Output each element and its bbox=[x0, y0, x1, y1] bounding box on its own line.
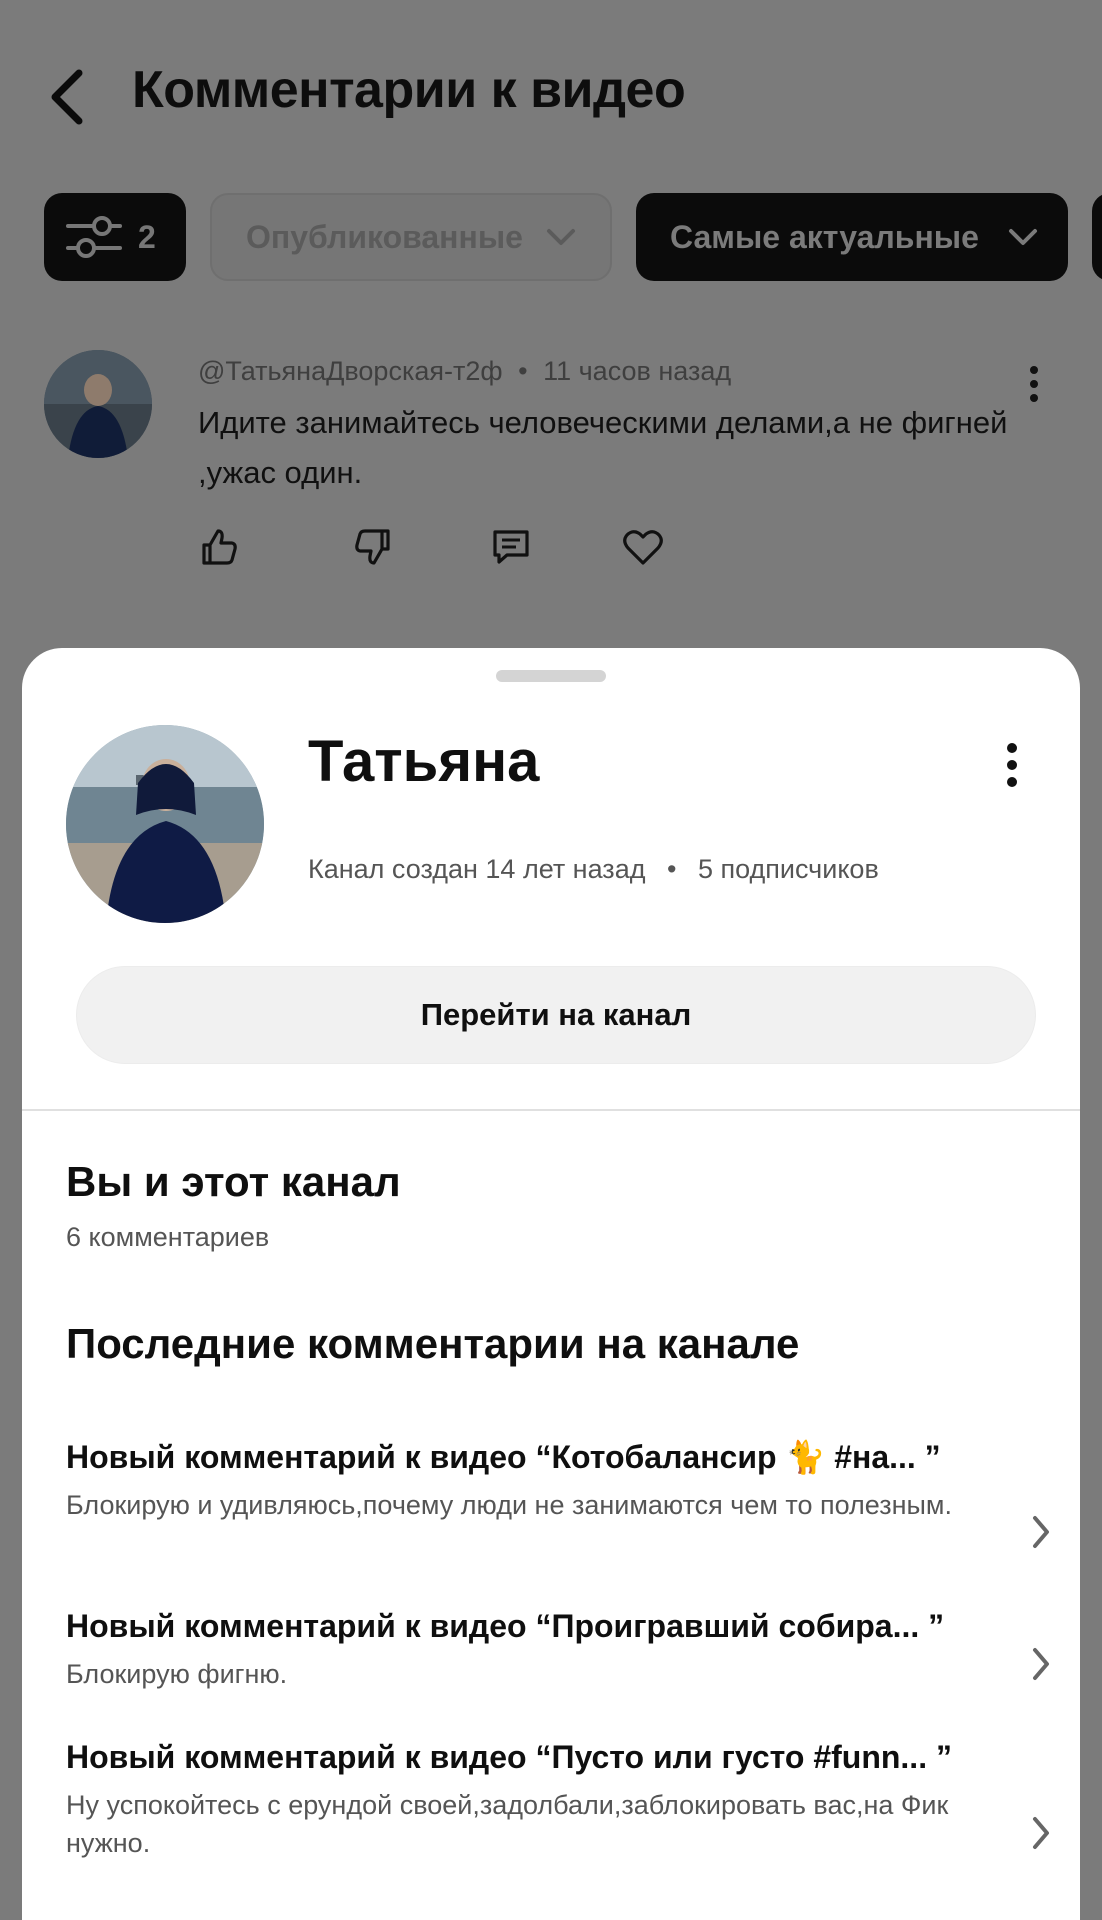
comment-time: 11 часов назад bbox=[543, 356, 732, 386]
comment-more-button[interactable] bbox=[1024, 364, 1044, 404]
comment-avatar[interactable] bbox=[44, 350, 152, 458]
page-title: Комментарии к видео bbox=[132, 61, 686, 119]
more-vertical-icon bbox=[1030, 366, 1038, 402]
thumbs-down-icon bbox=[355, 529, 390, 565]
sort-dropdown[interactable]: Самые актуальные bbox=[636, 193, 1068, 281]
sliders-icon bbox=[66, 216, 122, 258]
info-separator: • bbox=[666, 854, 677, 884]
back-button[interactable] bbox=[42, 62, 92, 132]
recent-comment-item[interactable]: Новый комментарий к видео “Котобалансир … bbox=[66, 1438, 1056, 1548]
recent-comment-title: Новый комментарий к видео “Проигравший с… bbox=[66, 1608, 945, 1644]
chevron-right-icon bbox=[1033, 1817, 1049, 1849]
recent-comment-item[interactable]: Новый комментарий к видео “Проигравший с… bbox=[66, 1608, 1056, 1693]
filter-settings-button[interactable]: 2 bbox=[44, 193, 186, 281]
channel-avatar[interactable] bbox=[66, 725, 264, 923]
recent-comment-title: Новый комментарий к видео “Котобалансир … bbox=[66, 1439, 941, 1475]
next-chip-edge[interactable] bbox=[1092, 193, 1102, 281]
section-title-you-and-channel: Вы и этот канал bbox=[66, 1158, 401, 1205]
sort-dropdown-label: Самые актуальные bbox=[670, 218, 979, 255]
chevron-down-icon bbox=[547, 229, 575, 245]
heart-button[interactable] bbox=[622, 526, 664, 568]
more-vertical-icon bbox=[1007, 743, 1017, 787]
filter-count: 2 bbox=[138, 218, 156, 255]
filter-bar: 2 Опубликованные Самые актуальные bbox=[44, 193, 1102, 281]
heart-icon bbox=[623, 530, 663, 565]
comment-text: Идите занимайтесь человеческими делами,а… bbox=[198, 405, 1008, 490]
meta-separator: • bbox=[518, 356, 528, 386]
chevron-right-icon bbox=[1033, 1516, 1049, 1548]
go-to-channel-button[interactable]: Перейти на канал bbox=[76, 966, 1036, 1064]
avatar-photo bbox=[66, 725, 264, 923]
comments-count: 6 комментариев bbox=[66, 1222, 270, 1252]
comment-author[interactable]: @ТатьянаДворская-т2ф bbox=[198, 356, 503, 386]
recent-comment-text: Ну успокойтесь с ерундой своей,задолбали… bbox=[66, 1790, 949, 1858]
section-title-recent-comments: Последние комментарии на канале bbox=[66, 1320, 800, 1367]
chevron-left-icon bbox=[51, 69, 83, 125]
reply-button[interactable] bbox=[490, 526, 532, 568]
channel-name: Татьяна bbox=[308, 729, 540, 794]
chevron-down-icon bbox=[1009, 229, 1037, 245]
thumbs-up-icon bbox=[202, 529, 237, 565]
status-dropdown[interactable]: Опубликованные bbox=[210, 193, 612, 281]
sheet-drag-handle[interactable] bbox=[496, 670, 606, 682]
top-app-bar: Комментарии к видео bbox=[0, 40, 1102, 140]
like-button[interactable] bbox=[198, 526, 240, 568]
recent-comment-text: Блокирую фигню. bbox=[66, 1659, 288, 1689]
recent-comment-item[interactable]: Новый комментарий к видео “Пусто или гус… bbox=[66, 1739, 1056, 1862]
avatar-photo bbox=[44, 350, 152, 458]
status-dropdown-label: Опубликованные bbox=[246, 218, 523, 255]
screen: Комментарии к видео 2 Опубликованные Сам… bbox=[0, 0, 1102, 1920]
channel-created: Канал создан 14 лет назад bbox=[308, 854, 646, 884]
recent-comment-title: Новый комментарий к видео “Пусто или гус… bbox=[66, 1739, 952, 1775]
chevron-right-icon bbox=[1033, 1648, 1049, 1680]
channel-bottom-sheet: Татьяна Канал создан 14 лет назад • 5 по… bbox=[22, 648, 1080, 1920]
divider bbox=[22, 1109, 1080, 1111]
reply-comment-icon bbox=[493, 530, 529, 564]
recent-comment-text: Блокирую и удивляюсь,почему люди не зани… bbox=[66, 1490, 952, 1520]
channel-info: Канал создан 14 лет назад • 5 подписчико… bbox=[308, 854, 879, 885]
dislike-button[interactable] bbox=[352, 526, 394, 568]
comment-meta: @ТатьянаДворская-т2ф • 11 часов назад bbox=[198, 356, 731, 387]
comment-actions bbox=[198, 526, 664, 568]
subscriber-count: 5 подписчиков bbox=[697, 854, 879, 884]
channel-more-button[interactable] bbox=[1002, 740, 1022, 790]
